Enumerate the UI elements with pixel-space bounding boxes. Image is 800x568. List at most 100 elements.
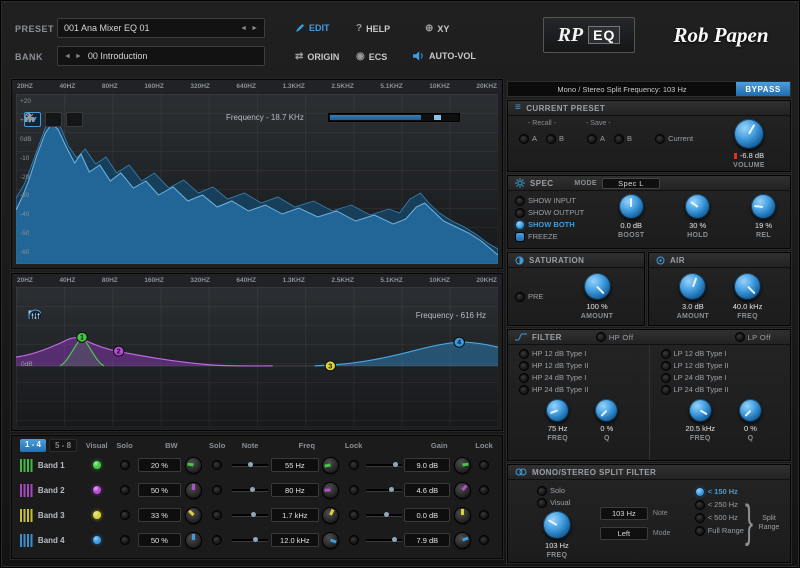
slider-dot[interactable] [393,461,399,467]
xy-button[interactable]: ⊕ XY [425,23,449,34]
band-freq-lock-led[interactable] [349,511,358,519]
preset-next-icon[interactable]: ► [251,25,258,32]
band-gain-lock-led[interactable] [480,536,489,544]
band-note-solo-led[interactable] [213,511,222,519]
save-b-button[interactable]: B [615,134,632,143]
band-gain-lock-led[interactable] [480,511,489,519]
show-input-option[interactable]: SHOW INPUT [516,196,612,205]
lp-q-knob[interactable] [739,399,763,422]
band-freq-lock-led[interactable] [349,536,358,544]
hp-q-knob[interactable] [595,399,619,422]
band-note-slider[interactable] [232,536,269,542]
preset-prev-icon[interactable]: ◄ [240,25,247,32]
band-note-slider[interactable] [232,511,269,517]
split-solo-option[interactable]: Solo [538,486,600,495]
band-solo-led[interactable] [120,486,129,494]
band-note-slider[interactable] [232,486,269,492]
band-gain-value[interactable]: 7.9 dB [404,533,451,547]
range-500hz-option[interactable]: < 500 Hz [695,513,744,522]
slider-dot[interactable] [391,536,397,542]
spec-mode-selector[interactable]: Spec L [602,177,660,189]
spectrum-frequency-slider[interactable] [328,113,460,122]
band-gain-slider[interactable] [366,511,403,517]
air-freq-knob[interactable] [734,273,762,300]
rel-knob[interactable] [750,194,776,219]
volume-knob[interactable] [734,119,764,149]
band-freq-knob[interactable] [323,507,339,523]
band-note-slider[interactable] [232,461,269,467]
band-freq-value[interactable]: 1.7 kHz [270,508,319,522]
current-button[interactable]: Current [656,134,693,143]
band-solo-led[interactable] [120,536,129,544]
bands-tab-1-4[interactable]: 1 - 4 [20,438,47,452]
band-bw-knob[interactable] [185,532,201,548]
origin-button[interactable]: ⇄ ORIGIN [295,51,339,62]
slider-dot[interactable] [250,511,256,517]
band-visual-led[interactable] [92,536,101,544]
hp-freq-knob[interactable] [546,399,570,422]
lp-12db-type1-option[interactable]: LP 12 dB Type I [661,349,787,358]
hp-12db-type1-option[interactable]: HP 12 dB Type I [520,349,645,358]
hp-12db-type2-option[interactable]: HP 12 dB Type II [520,361,645,370]
band-solo-led[interactable] [120,461,129,469]
band-gain-slider[interactable] [366,536,403,542]
hold-knob[interactable] [685,194,711,219]
split-visual-option[interactable]: Visual [538,498,600,507]
band-gain-value[interactable]: 0.0 dB [404,508,451,522]
split-mode-selector[interactable]: Left [599,527,648,540]
band-freq-knob[interactable] [323,532,339,548]
range-full-option[interactable]: Full Range [695,526,744,535]
band-bw-value[interactable]: 33 % [137,508,182,522]
ecs-button[interactable]: ◉ ECS [356,51,387,62]
recall-b-button[interactable]: B [547,134,564,143]
band-solo-led[interactable] [120,511,129,519]
band-bw-knob[interactable] [185,482,201,498]
band-bw-knob[interactable] [185,457,201,473]
band-freq-lock-led[interactable] [349,486,358,494]
bank-selector[interactable]: ◄ ► 00 Introduction [57,46,265,66]
range-250hz-option[interactable]: < 250 Hz [695,500,744,509]
eq-band-node-4[interactable]: 4 [453,336,465,348]
band-freq-value[interactable]: 80 Hz [270,483,319,497]
band-gain-knob[interactable] [454,482,470,498]
band-gain-knob[interactable] [454,457,470,473]
band-visual-led[interactable] [92,511,101,519]
lp-12db-type2-option[interactable]: LP 12 dB Type II [661,361,787,370]
eq-band-node-3[interactable]: 3 [324,360,337,372]
show-both-option[interactable]: SHOW BOTH [516,220,612,229]
bypass-button[interactable]: BYPASS [736,82,790,96]
band-gain-knob[interactable] [454,532,470,548]
freeze-option[interactable]: FREEZE [516,232,612,241]
band-gain-knob[interactable] [454,507,470,523]
band-note-solo-led[interactable] [213,536,222,544]
band-freq-knob[interactable] [323,457,339,473]
save-a-button[interactable]: A [588,134,605,143]
band-visual-led[interactable] [92,461,101,469]
bank-next-icon[interactable]: ► [75,53,82,60]
lp-24db-type1-option[interactable]: LP 24 dB Type I [661,373,787,382]
band-gain-lock-led[interactable] [480,486,489,494]
band-gain-value[interactable]: 4.6 dB [404,483,451,497]
range-150hz-option[interactable]: < 150 Hz [695,487,744,496]
show-output-option[interactable]: SHOW OUTPUT [516,208,612,217]
band-note-solo-led[interactable] [213,461,222,469]
boost-knob[interactable] [618,194,644,219]
lp-status-led[interactable] [735,333,744,341]
edit-button[interactable]: EDIT [295,23,330,33]
freeze-snowflake-icon[interactable] [24,112,83,127]
air-amount-knob[interactable] [679,273,707,300]
hp-24db-type2-option[interactable]: HP 24 dB Type II [520,385,645,394]
eq-band-node-1[interactable]: 1 [76,331,88,343]
band-visual-led[interactable] [92,486,101,494]
band-freq-value[interactable]: 55 Hz [270,458,319,472]
lp-24db-type2-option[interactable]: LP 24 dB Type II [661,385,787,394]
slider-dot[interactable] [384,511,390,517]
saturation-pre-option[interactable]: PRE [516,292,558,301]
split-freq-knob[interactable] [542,511,571,539]
band-note-solo-led[interactable] [213,486,222,494]
band-bw-knob[interactable] [185,507,201,523]
bands-tab-5-8[interactable]: 5 - 8 [49,438,78,452]
split-note-value[interactable]: 103 Hz [599,507,648,520]
bank-prev-icon[interactable]: ◄ [64,53,71,60]
help-button[interactable]: ? HELP [356,23,390,34]
